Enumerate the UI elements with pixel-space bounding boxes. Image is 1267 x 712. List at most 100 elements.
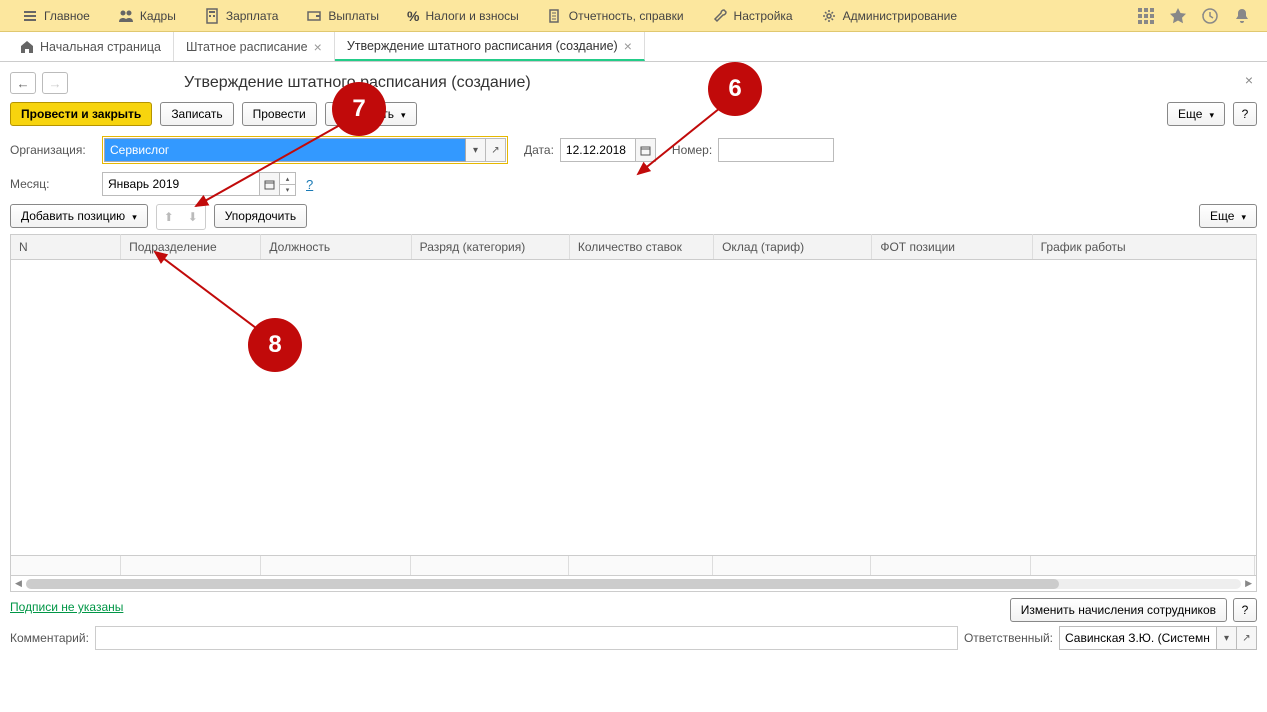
menu-vyplaty-label: Выплаты (328, 9, 379, 23)
calculator-icon (204, 8, 220, 24)
move-down-icon[interactable]: ⬇ (181, 205, 205, 229)
date-input[interactable] (560, 138, 636, 162)
col-7[interactable]: График работы (1032, 235, 1256, 260)
menu-nalogi[interactable]: % Налоги и взносы (393, 0, 533, 31)
close-icon[interactable]: × (624, 38, 632, 54)
month-spin[interactable]: ▴▾ (280, 172, 296, 196)
tab-approval[interactable]: Утверждение штатного расписания (создани… (335, 32, 645, 61)
wallet-icon (306, 8, 322, 24)
more-button-top[interactable]: Еще (1167, 102, 1225, 126)
col-1[interactable]: Подразделение (121, 235, 261, 260)
org-field-wrap: ▾ ↗ (102, 136, 508, 164)
open-icon[interactable]: ↗ (486, 138, 506, 162)
annotation-6: 6 (708, 62, 762, 116)
responsible-label: Ответственный: (964, 631, 1053, 645)
menu-otchetnost[interactable]: Отчетность, справки (533, 0, 698, 31)
nav-forward-button[interactable]: → (42, 72, 68, 94)
col-3[interactable]: Разряд (категория) (411, 235, 569, 260)
gear-icon (821, 8, 837, 24)
hamburger-icon (22, 8, 38, 24)
close-icon[interactable]: × (314, 39, 322, 55)
scroll-left-icon[interactable]: ◀ (13, 578, 24, 589)
signatures-link[interactable]: Подписи не указаны (10, 600, 123, 614)
menu-vyplaty[interactable]: Выплаты (292, 0, 393, 31)
col-5[interactable]: Оклад (тариф) (714, 235, 872, 260)
main-menu-bar: Главное Кадры Зарплата Выплаты % Налоги … (0, 0, 1267, 32)
help-button-accruals[interactable]: ? (1233, 598, 1257, 622)
org-label: Организация: (10, 143, 96, 157)
move-up-icon[interactable]: ⬆ (157, 205, 181, 229)
tab-home-label: Начальная страница (40, 40, 161, 54)
bell-icon[interactable] (1233, 7, 1251, 25)
org-input[interactable] (104, 138, 466, 162)
tab-home[interactable]: Начальная страница (8, 32, 174, 61)
menu-nastroika[interactable]: Настройка (698, 0, 807, 31)
tab-staffing-label: Штатное расписание (186, 40, 308, 54)
change-accruals-button[interactable]: Изменить начисления сотрудников (1010, 598, 1227, 622)
caret-down-icon (1207, 107, 1214, 121)
col-0[interactable]: N (11, 235, 121, 260)
more-label: Еще (1210, 209, 1234, 223)
dropdown-icon[interactable]: ▾ (1217, 626, 1237, 650)
page-content: × ← → Утверждение штатного расписания (с… (0, 62, 1267, 650)
history-icon[interactable] (1201, 7, 1219, 25)
order-button[interactable]: Упорядочить (214, 204, 307, 228)
tab-strip: Начальная страница Штатное расписание × … (0, 32, 1267, 62)
move-buttons: ⬆ ⬇ (156, 204, 206, 230)
caret-down-icon (130, 209, 137, 223)
col-6[interactable]: ФОТ позиции (872, 235, 1032, 260)
responsible-input[interactable] (1059, 626, 1217, 650)
menu-nalogi-label: Налоги и взносы (426, 9, 519, 23)
month-label: Месяц: (10, 177, 96, 191)
add-position-button[interactable]: Добавить позицию (10, 204, 148, 228)
date-label: Дата: (524, 143, 554, 157)
topbar-right-icons (1137, 7, 1259, 25)
menu-nastroika-label: Настройка (734, 9, 793, 23)
col-4[interactable]: Количество ставок (569, 235, 713, 260)
post-close-button[interactable]: Провести и закрыть (10, 102, 152, 126)
dropdown-icon[interactable]: ▾ (466, 138, 486, 162)
calendar-icon[interactable] (260, 172, 280, 196)
percent-icon: % (407, 8, 419, 24)
h-scrollbar[interactable]: ◀ ▶ (10, 576, 1257, 592)
calendar-icon[interactable] (636, 138, 656, 162)
number-input[interactable] (718, 138, 834, 162)
more-label: Еще (1178, 107, 1202, 121)
menu-zarplata[interactable]: Зарплата (190, 0, 293, 31)
month-input[interactable] (102, 172, 260, 196)
apps-icon[interactable] (1137, 7, 1155, 25)
positions-table: NПодразделениеДолжностьРазряд (категория… (10, 234, 1257, 260)
menu-kadry[interactable]: Кадры (104, 0, 190, 31)
table-footer (10, 556, 1257, 576)
wrench-icon (712, 8, 728, 24)
menu-kadry-label: Кадры (140, 9, 176, 23)
tab-staffing[interactable]: Штатное расписание × (174, 32, 335, 61)
menu-otchetnost-label: Отчетность, справки (569, 9, 684, 23)
col-2[interactable]: Должность (261, 235, 411, 260)
add-position-label: Добавить позицию (21, 209, 125, 223)
menu-admin-label: Администрирование (843, 9, 957, 23)
help-button-top[interactable]: ? (1233, 102, 1257, 126)
number-label: Номер: (672, 143, 712, 157)
caret-down-icon (399, 107, 406, 121)
caret-down-icon (1239, 209, 1246, 223)
nav-back-button[interactable]: ← (10, 72, 36, 94)
home-icon (20, 40, 34, 54)
write-button[interactable]: Записать (160, 102, 233, 126)
people-icon (118, 8, 134, 24)
table-body[interactable] (10, 260, 1257, 556)
menu-main[interactable]: Главное (8, 0, 104, 31)
more-button-table[interactable]: Еще (1199, 204, 1257, 228)
menu-admin[interactable]: Администрирование (807, 0, 971, 31)
tab-approval-label: Утверждение штатного расписания (создани… (347, 39, 618, 53)
open-icon[interactable]: ↗ (1237, 626, 1257, 650)
scroll-right-icon[interactable]: ▶ (1243, 578, 1254, 589)
post-button[interactable]: Провести (242, 102, 317, 126)
help-link[interactable]: ? (306, 177, 313, 192)
menu-zarplata-label: Зарплата (226, 9, 279, 23)
annotation-8: 8 (248, 318, 302, 372)
page-close-icon[interactable]: × (1245, 72, 1253, 88)
comment-input[interactable] (95, 626, 958, 650)
star-icon[interactable] (1169, 7, 1187, 25)
comment-label: Комментарий: (10, 631, 89, 645)
